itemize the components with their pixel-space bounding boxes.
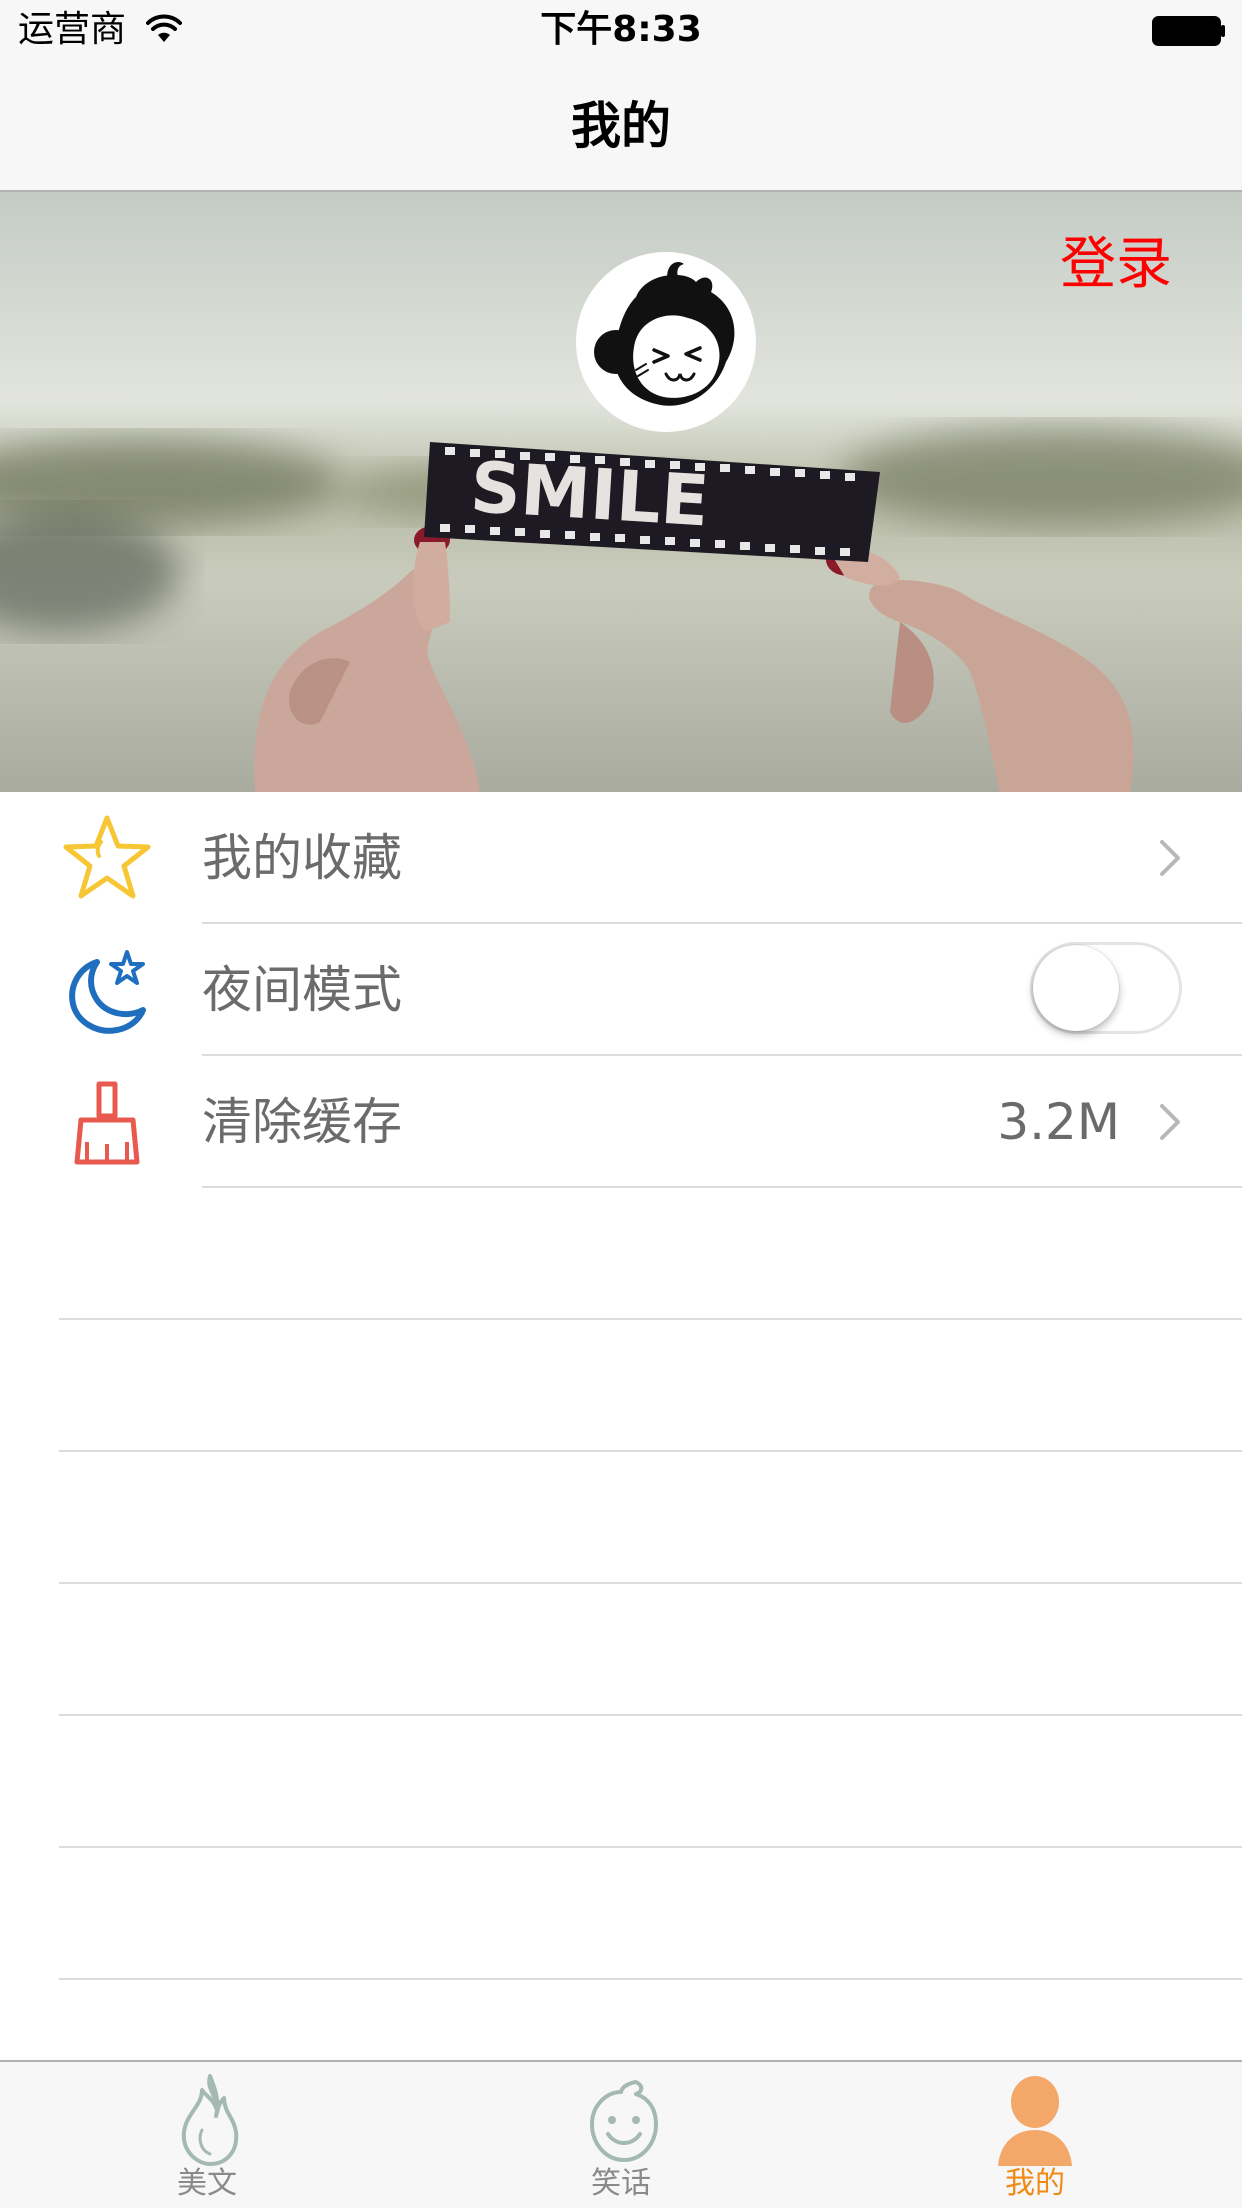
page-title: 我的 xyxy=(571,97,671,155)
tab-jokes[interactable]: 笑话 xyxy=(414,2062,828,2208)
favorites-row[interactable]: 我的收藏 xyxy=(0,792,1242,924)
star-icon xyxy=(63,815,151,899)
empty-row-separator xyxy=(59,1714,1242,1716)
status-time: 下午8:33 xyxy=(540,9,702,50)
night-mode-toggle[interactable] xyxy=(1030,942,1182,1034)
login-button[interactable]: 登录 xyxy=(1060,232,1172,298)
cache-size-value: 3.2M xyxy=(997,1093,1120,1151)
empty-row-separator xyxy=(59,1450,1242,1452)
battery-full-icon xyxy=(1152,16,1225,46)
favorites-label: 我的收藏 xyxy=(202,829,402,887)
night-mode-label: 夜间模式 xyxy=(202,961,402,1019)
tab-bar: 美文 笑话 我的 xyxy=(0,2060,1242,2208)
broom-icon xyxy=(74,1081,140,1165)
banner-smile-text: SMILE xyxy=(468,446,711,542)
tab-me[interactable]: 我的 xyxy=(828,2062,1242,2208)
row-separator xyxy=(202,1186,1242,1188)
person-icon xyxy=(998,2076,1072,2166)
empty-row-separator xyxy=(59,1582,1242,1584)
smiley-face-icon xyxy=(590,2080,658,2162)
flame-icon xyxy=(181,2074,239,2166)
chevron-right-icon xyxy=(1160,840,1180,876)
clear-cache-row[interactable]: 清除缓存 3.2M xyxy=(0,1056,1242,1188)
tab-articles[interactable]: 美文 xyxy=(0,2062,414,2208)
profile-screen: 运营商 下午8:33 我的 SMILE 登录 我的收藏 夜间模式 清除缓存 3.… xyxy=(0,0,1242,2208)
status-bar: 运营商 下午8:33 xyxy=(0,0,1242,60)
empty-row-separator xyxy=(59,1846,1242,1848)
clear-cache-label: 清除缓存 xyxy=(202,1093,402,1151)
empty-row-separator xyxy=(59,1318,1242,1320)
tab-articles-label: 美文 xyxy=(177,2166,237,2201)
toggle-knob xyxy=(1033,945,1119,1031)
navigation-bar: 我的 xyxy=(0,60,1242,192)
settings-list: 我的收藏 夜间模式 清除缓存 3.2M xyxy=(0,792,1242,1188)
tab-jokes-label: 笑话 xyxy=(591,2166,651,2201)
avatar[interactable] xyxy=(576,252,756,432)
chevron-right-icon xyxy=(1160,1104,1180,1140)
monkey-avatar-icon xyxy=(576,252,756,432)
empty-row-separator xyxy=(59,1978,1242,1980)
moon-star-icon xyxy=(69,950,146,1034)
tab-me-label: 我的 xyxy=(1005,2166,1065,2201)
profile-header-banner: SMILE 登录 xyxy=(0,192,1242,792)
